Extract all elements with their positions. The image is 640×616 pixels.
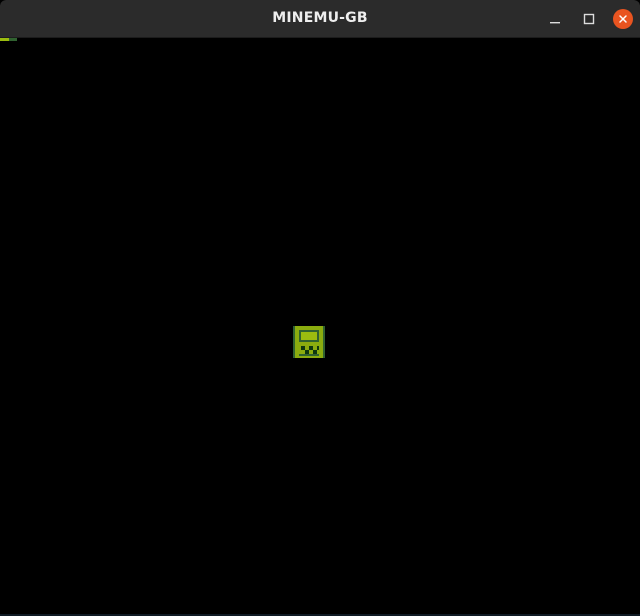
maximize-icon	[583, 13, 595, 25]
title-bar[interactable]: MINEMU-GB	[0, 0, 640, 38]
emulator-screen[interactable]	[0, 38, 640, 616]
maximize-button[interactable]	[578, 8, 600, 30]
close-circle	[613, 9, 633, 29]
close-icon	[619, 15, 627, 23]
minimize-icon	[550, 22, 560, 24]
close-button[interactable]	[612, 8, 634, 30]
app-window: MINEMU-GB	[0, 0, 640, 616]
minimize-button[interactable]	[544, 8, 566, 30]
gameboy-icon	[293, 326, 325, 358]
loading-indicator	[0, 38, 17, 41]
